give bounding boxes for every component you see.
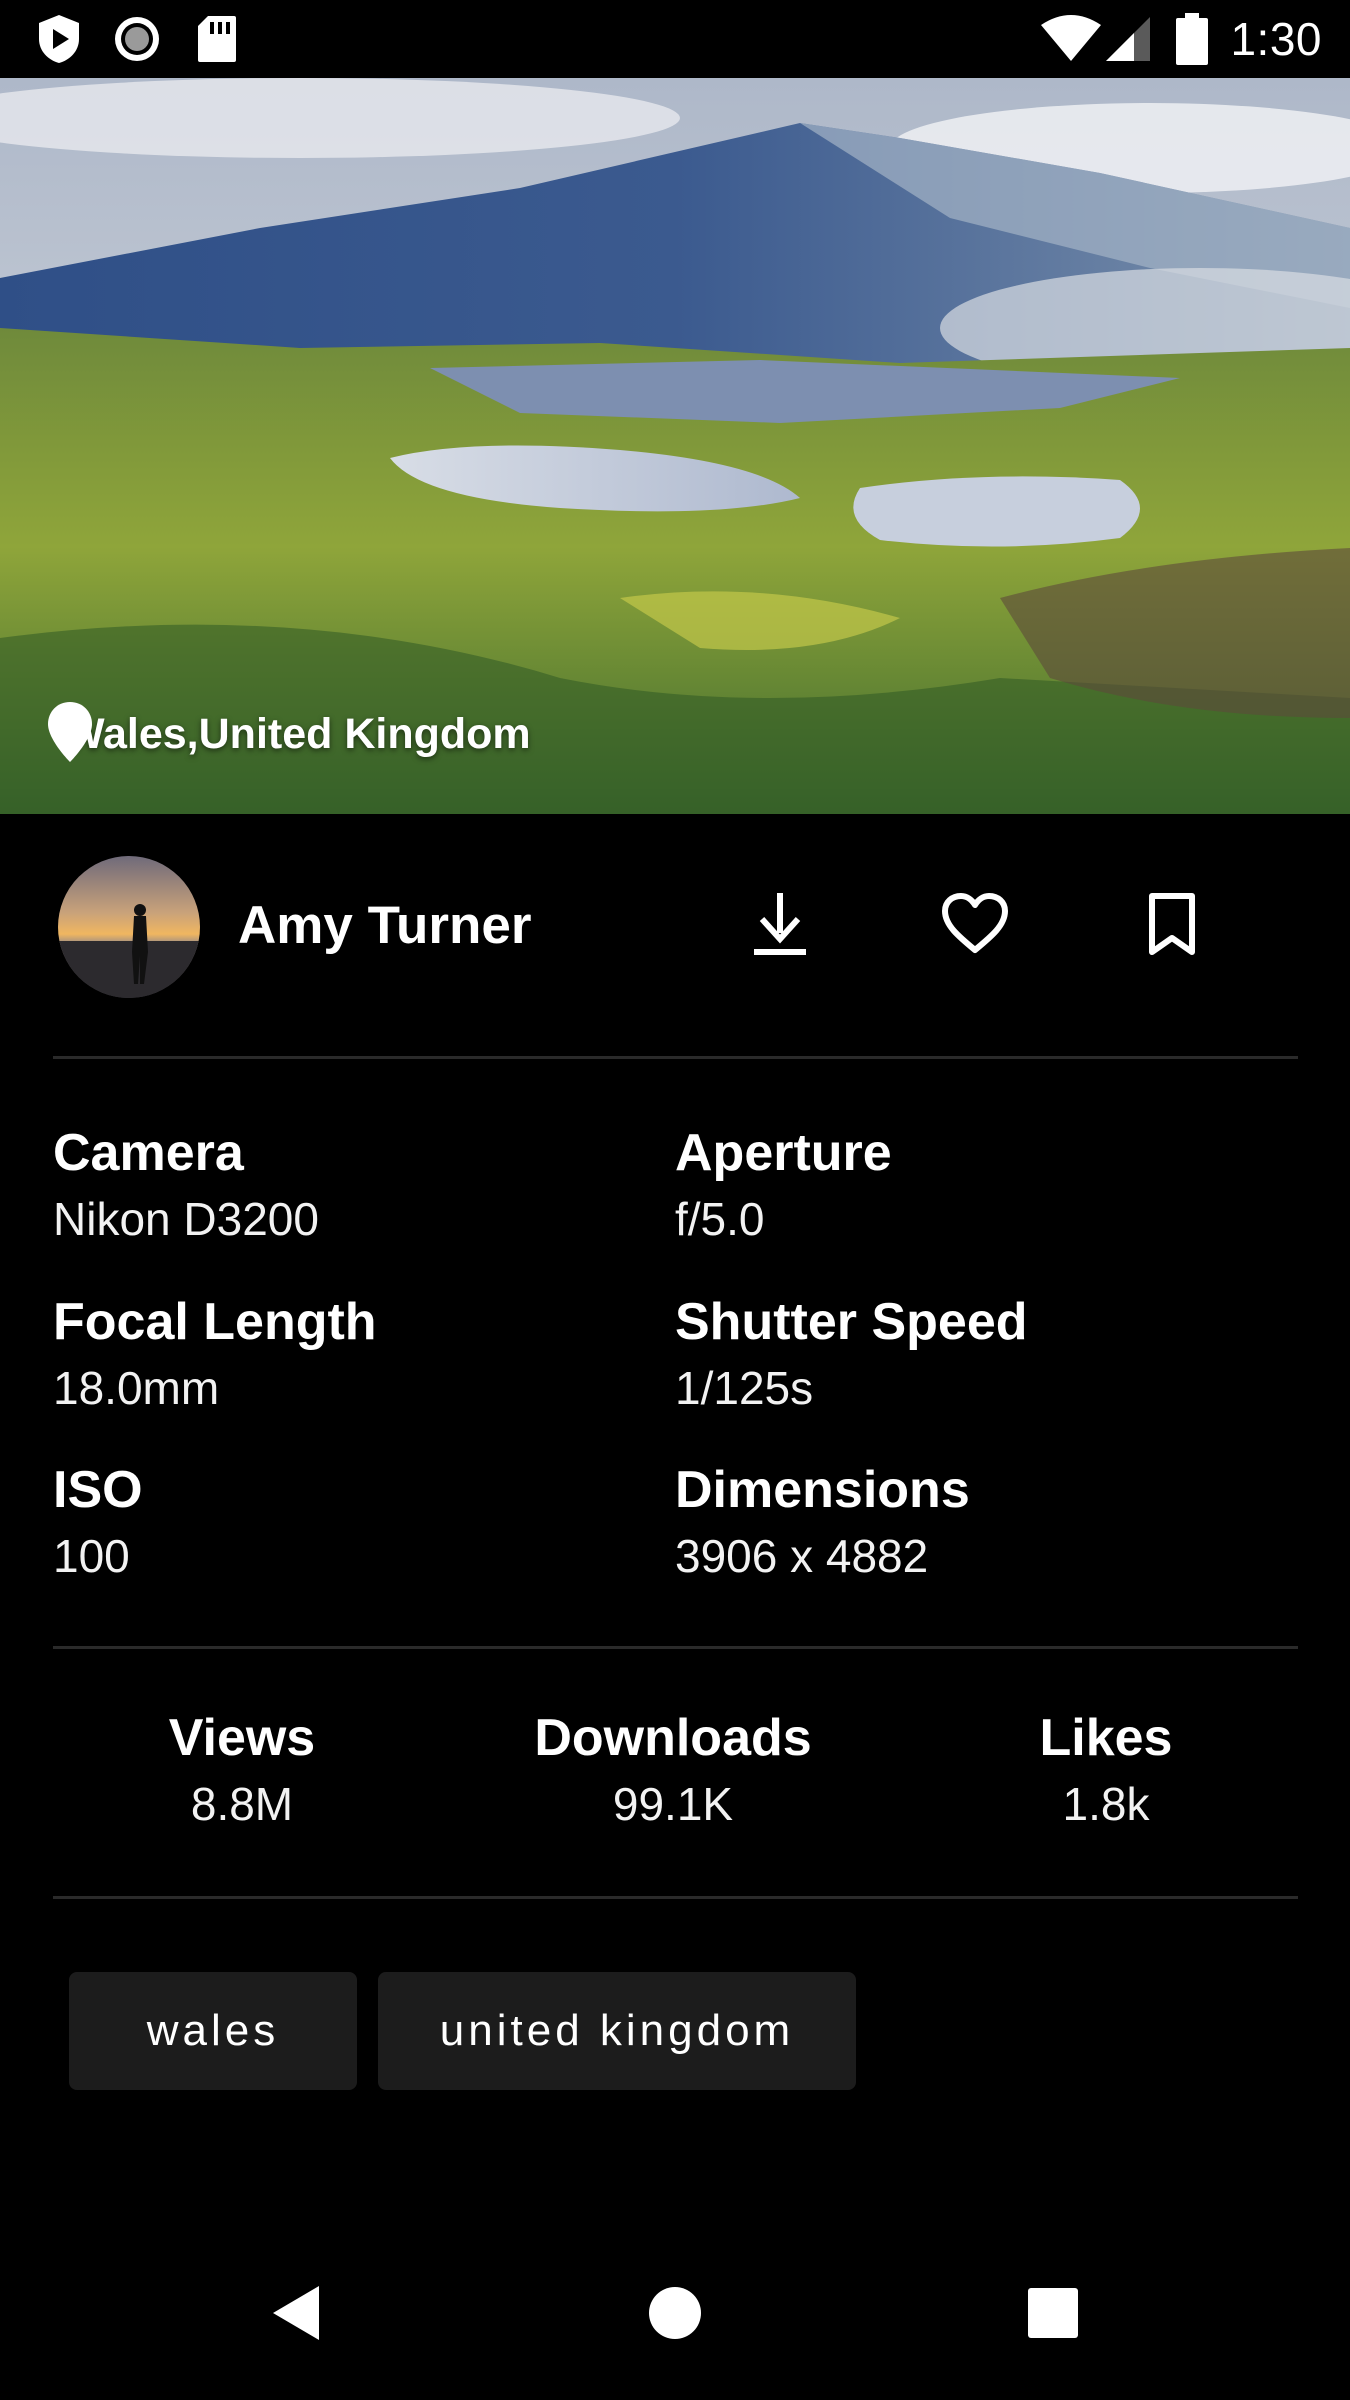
- exif-value: 3906 x 4882: [675, 1530, 929, 1582]
- tag-chip[interactable]: wales: [69, 1972, 357, 2090]
- divider: [53, 1646, 1298, 1649]
- status-bar: 1:30: [0, 0, 1350, 78]
- navigation-bar: [0, 2230, 1350, 2400]
- photo-location[interactable]: Wales,United Kingdom: [46, 700, 531, 768]
- exif-value: 18.0mm: [53, 1362, 220, 1414]
- exif-aperture: Aperture f/5.0: [675, 1120, 1275, 1252]
- recents-icon: [1028, 2287, 1078, 2343]
- status-time: 1:30: [1230, 13, 1322, 65]
- stat-value: 99.1K: [612, 1778, 734, 1830]
- record-icon: [112, 0, 162, 78]
- exif-label: Dimensions: [675, 1461, 970, 1519]
- exif-label: Focal Length: [53, 1293, 377, 1351]
- stat-likes: Likes 1.8k: [906, 1705, 1306, 1837]
- divider: [53, 1056, 1298, 1059]
- play-protect-icon: [36, 0, 82, 78]
- stat-value: 8.8M: [190, 1778, 294, 1830]
- author-row: Amy Turner: [0, 814, 1350, 1054]
- exif-label: Aperture: [675, 1124, 892, 1182]
- exif-value: 100: [53, 1530, 130, 1582]
- exif-value: Nikon D3200: [53, 1193, 319, 1245]
- back-icon: [267, 2282, 323, 2349]
- divider: [53, 1896, 1298, 1899]
- exif-value: f/5.0: [675, 1193, 765, 1245]
- hero-photo[interactable]: Wales,United Kingdom: [0, 78, 1350, 814]
- download-icon: [750, 891, 810, 962]
- battery-icon: [1176, 0, 1208, 78]
- like-button[interactable]: [925, 876, 1025, 976]
- bookmark-button[interactable]: [1122, 876, 1222, 976]
- home-button[interactable]: [620, 2260, 730, 2370]
- stat-label: Likes: [1039, 1709, 1173, 1767]
- stat-label: Downloads: [534, 1709, 812, 1767]
- exif-focal-length: Focal Length 18.0mm: [53, 1289, 653, 1421]
- exif-shutter-speed: Shutter Speed 1/125s: [675, 1289, 1275, 1421]
- stat-views: Views 8.8M: [42, 1705, 442, 1837]
- exif-label: Camera: [53, 1124, 244, 1182]
- heart-icon: [940, 892, 1010, 961]
- tag-chip[interactable]: united kingdom: [378, 1972, 856, 2090]
- home-icon: [647, 2285, 703, 2346]
- stat-value: 1.8k: [1062, 1778, 1150, 1830]
- exif-camera: Camera Nikon D3200: [53, 1120, 653, 1252]
- wifi-icon: [1040, 0, 1102, 78]
- sd-card-icon: [196, 0, 238, 78]
- back-button[interactable]: [240, 2260, 350, 2370]
- exif-iso: ISO 100: [53, 1457, 653, 1589]
- author-name[interactable]: Amy Turner: [238, 884, 532, 969]
- recents-button[interactable]: [998, 2260, 1108, 2370]
- location-text: Wales,United Kingdom: [64, 709, 531, 758]
- stat-label: Views: [168, 1709, 316, 1767]
- bookmark-icon: [1147, 892, 1197, 961]
- exif-label: Shutter Speed: [675, 1293, 1028, 1351]
- download-button[interactable]: [730, 876, 830, 976]
- stat-downloads: Downloads 99.1K: [473, 1705, 873, 1837]
- exif-label: ISO: [53, 1461, 143, 1519]
- exif-value: 1/125s: [675, 1362, 814, 1414]
- avatar[interactable]: [58, 856, 200, 998]
- cellular-signal-icon: [1104, 0, 1152, 78]
- exif-dimensions: Dimensions 3906 x 4882: [675, 1457, 1275, 1589]
